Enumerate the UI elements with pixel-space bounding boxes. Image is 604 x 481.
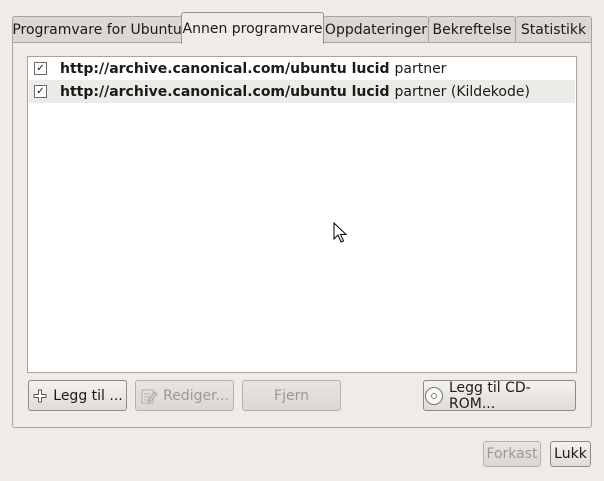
tab-updates[interactable]: Oppdateringer [323,16,429,43]
enable-checkbox[interactable]: ✓ [34,62,47,75]
list-item[interactable]: ✓ http://archive.canonical.com/ubuntu lu… [29,80,575,103]
mouse-pointer-icon [333,221,348,248]
add-button-label: Legg til ... [53,387,123,404]
plus-icon [32,388,48,404]
edit-button[interactable]: Rediger... [135,380,234,411]
tab-statistics[interactable]: Statistikk [515,16,592,43]
tab-other-software[interactable]: Annen programvare [181,12,324,44]
source-component: partner [394,60,447,77]
cdrom-icon [424,386,444,406]
close-button-label: Lukk [554,446,587,462]
remove-button-label: Fjern [274,387,309,404]
source-component: partner (Kildekode) [394,83,530,100]
tab-authentication[interactable]: Bekreftelse [428,16,516,43]
add-cdrom-button[interactable]: Legg til CD-ROM... [423,379,576,412]
list-item[interactable]: ✓ http://archive.canonical.com/ubuntu lu… [29,57,575,80]
edit-button-label: Rediger... [163,387,229,404]
revert-button-label: Forkast [486,446,538,462]
enable-checkbox[interactable]: ✓ [34,85,47,98]
source-url: http://archive.canonical.com/ubuntu luci… [60,83,390,100]
add-cdrom-button-label: Legg til CD-ROM... [449,379,531,412]
remove-button[interactable]: Fjern [242,380,341,411]
source-list[interactable]: ✓ http://archive.canonical.com/ubuntu lu… [27,56,577,373]
tab-ubuntu-software[interactable]: Programvare for Ubuntu [12,16,182,43]
notebook-tabs: Programvare for Ubuntu Annen programvare… [12,12,592,44]
close-button[interactable]: Lukk [550,441,591,467]
revert-button[interactable]: Forkast [483,441,541,467]
edit-icon [140,387,158,405]
source-url: http://archive.canonical.com/ubuntu luci… [60,60,390,77]
add-button[interactable]: Legg til ... [28,380,127,411]
